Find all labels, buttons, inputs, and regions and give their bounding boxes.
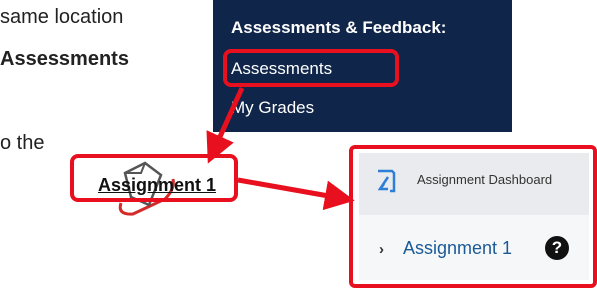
arrow-to-link: [206, 86, 245, 164]
arrow-to-dashboard: [237, 177, 355, 211]
callout-arrows: [206, 86, 355, 211]
